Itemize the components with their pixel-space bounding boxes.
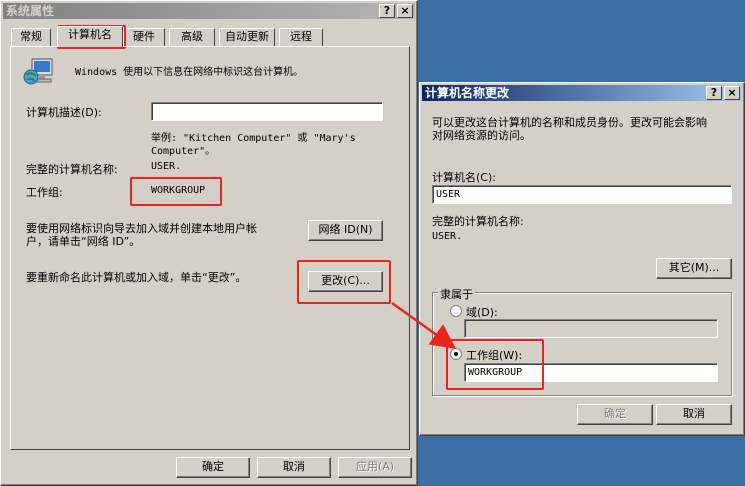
full-name-label: 完整的计算机名称: <box>26 163 118 176</box>
tab-remote[interactable]: 远程 <box>279 28 323 46</box>
rename-dialog-title: 计算机名称更改 <box>425 86 510 100</box>
rename-cancel-button[interactable]: 取消 <box>656 404 732 425</box>
rename-help-button[interactable]: ? <box>706 86 722 100</box>
tab-hardware[interactable]: 硬件 <box>123 28 165 46</box>
tab-panel: Windows 使用以下信息在网络中标识这台计算机。 计算机描述(D): 举例:… <box>10 46 410 450</box>
tab-general[interactable]: 常规 <box>11 28 51 46</box>
system-properties-titlebar[interactable]: 系统属性 ? × <box>3 3 415 19</box>
description-input[interactable] <box>151 102 383 121</box>
tab-auto-update[interactable]: 自动更新 <box>219 28 275 46</box>
tab-advanced[interactable]: 高级 <box>169 28 215 46</box>
computer-name-change-dialog: 计算机名称更改 ? × 可以更改这台计算机的名称和成员身份。更改可能会影响 对网… <box>419 82 745 436</box>
description-label: 计算机描述(D): <box>26 106 102 119</box>
change-button[interactable]: 更改(C)... <box>308 271 383 292</box>
workgroup-radio[interactable] <box>450 348 462 360</box>
apply-button[interactable]: 应用(A) <box>338 457 412 478</box>
rename-intro-line2: 对网络资源的访问。 <box>432 129 531 142</box>
network-id-button[interactable]: 网络 ID(N) <box>308 220 383 241</box>
help-button[interactable]: ? <box>379 4 395 18</box>
rename-dialog-titlebar[interactable]: 计算机名称更改 ? × <box>422 85 742 101</box>
workgroup-value: WORKGROUP <box>151 185 206 196</box>
domain-input[interactable] <box>464 319 718 338</box>
other-button[interactable]: 其它(M)... <box>656 258 732 279</box>
rename-full-name-label: 完整的计算机名称: <box>432 215 524 228</box>
computer-name-label: 计算机名(C): <box>432 171 496 184</box>
rename-text: 要重新命名此计算机或加入域，单击“更改”。 <box>26 271 247 284</box>
system-properties-window: 系统属性 ? × 常规 计算机名 硬件 高级 自动更新 远程 Windows 使… <box>0 0 418 486</box>
computer-network-icon <box>23 55 59 94</box>
rename-full-name-value: USER. <box>432 231 463 242</box>
close-button[interactable]: × <box>397 4 413 18</box>
rename-close-button[interactable]: × <box>724 86 740 100</box>
workgroup-label: 工作组: <box>26 186 63 199</box>
domain-radio[interactable] <box>450 305 462 317</box>
member-of-label: 隶属于 <box>438 286 475 302</box>
window-title: 系统属性 <box>6 4 55 18</box>
network-id-text-line2: 户，请单击“网络 ID”。 <box>26 235 141 248</box>
rename-ok-button[interactable]: 确定 <box>577 404 653 425</box>
full-name-value: USER. <box>151 161 182 172</box>
example-text-line2: Computer"。 <box>151 146 216 157</box>
workgroup-radio-label: 工作组(W): <box>466 349 523 362</box>
tab-computer-name[interactable]: 计算机名 <box>57 26 123 47</box>
cancel-button[interactable]: 取消 <box>257 457 331 478</box>
intro-text: Windows 使用以下信息在网络中标识这台计算机。 <box>75 67 304 78</box>
computer-name-input[interactable]: USER <box>432 185 732 204</box>
ok-button[interactable]: 确定 <box>176 457 250 478</box>
domain-radio-label: 域(D): <box>466 306 498 319</box>
workgroup-input[interactable]: WORKGROUP <box>464 363 718 382</box>
